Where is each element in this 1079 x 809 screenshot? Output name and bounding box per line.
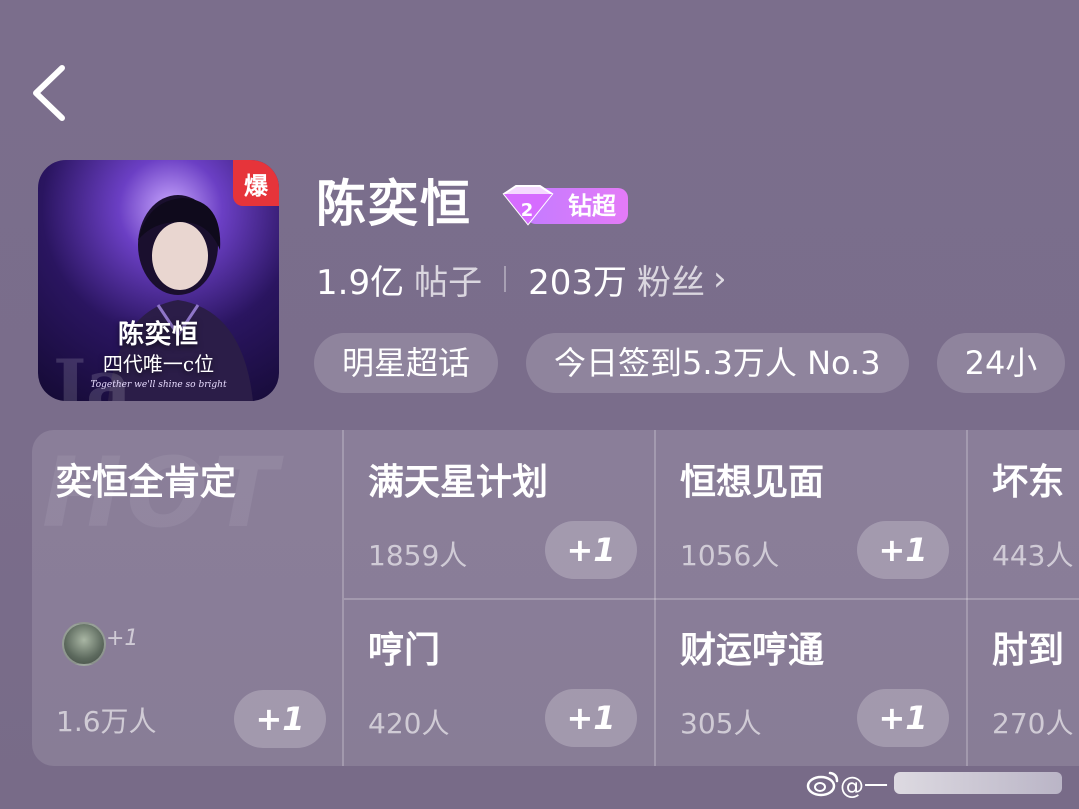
card-title[interactable]: 满天星计划 [368,460,548,506]
tag-24h[interactable]: 24小 [936,333,1066,393]
featured-count: 1.6万人 [56,705,157,738]
diamond-icon: 2 [502,185,554,226]
card-count: 270人 [992,707,1074,740]
back-button[interactable] [28,62,76,124]
card-count: 420人 [368,707,450,740]
activity-grid: HOT 奕恒全肯定 +1 1.6万人 +1 满天星计划 1859人 +1 恒想见… [32,430,1079,766]
plus-one-button[interactable]: +1 [234,690,326,748]
supertopic-name: 陈奕恒 [316,175,472,233]
posts-label: 帖子 [414,262,483,303]
chevron-right-icon[interactable]: › [713,259,727,299]
poster-subtitle: 四代唯一c位 [102,352,215,376]
watermark: @一 [806,766,1062,800]
card-title[interactable]: 财运哼通 [680,628,824,674]
tag-star-supertopic[interactable]: 明星超话 [314,333,499,393]
divider [344,598,1079,600]
posts-count: 1.9亿 [316,262,405,303]
card-title[interactable]: 哼门 [368,628,440,674]
supertopic-avatar[interactable]: Ja 爆 陈奕恒 四代唯一c位 Together we'll shine so … [38,160,279,401]
poster-title: 陈奕恒 [117,320,199,350]
featured-plus-count: +1 [106,626,139,651]
card-count: 443人 [992,539,1074,572]
card-title[interactable]: 肘到 [992,628,1064,674]
plus-one-button[interactable]: +1 [545,521,637,579]
watermark-handle: @一 [840,771,888,800]
plus-one-button[interactable]: +1 [857,521,949,579]
card-title[interactable]: 恒想见面 [680,460,824,506]
plus-one-button[interactable]: +1 [857,689,949,747]
card-count: 1056人 [680,539,780,572]
card-count: 1859人 [368,539,468,572]
hot-tag: 爆 [233,160,279,206]
card-count: 305人 [680,707,762,740]
fans-label[interactable]: 粉丝 [637,255,705,304]
back-chevron-icon [33,65,65,121]
plus-one-button[interactable]: +1 [545,689,637,747]
stats-divider [504,266,507,292]
fans-count[interactable]: 203万 [528,255,627,304]
avatar [62,622,106,666]
tag-checkin[interactable]: 今日签到5.3万人 No.3 [526,333,909,393]
tag-row: 明星超话 今日签到5.3万人 No.3 24小 [314,333,1066,393]
level-badge[interactable]: 钻超 2 [498,182,630,228]
watermark-blur [894,772,1062,794]
featured-title: 奕恒全肯定 [56,462,237,503]
weibo-logo-icon [806,771,839,797]
poster-tagline: Together we'll shine so bright [90,380,227,390]
card-title[interactable]: 坏东 [992,460,1064,506]
badge-level: 2 [521,200,534,221]
stats-row: 1.9亿 帖子 203万 粉丝 › [316,254,727,304]
